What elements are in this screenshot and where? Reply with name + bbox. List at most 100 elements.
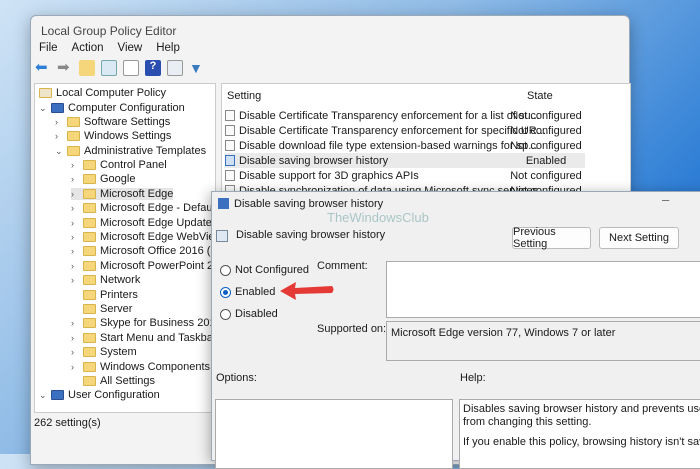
chevron-right-icon[interactable]: › <box>55 131 63 141</box>
menu-help[interactable]: Help <box>156 42 180 54</box>
chevron-down-icon[interactable]: ⌄ <box>39 390 47 401</box>
help-icon[interactable]: ? <box>145 60 161 76</box>
folder-icon <box>83 203 96 214</box>
chevron-right-icon[interactable]: › <box>71 333 79 343</box>
tree-software-settings[interactable]: › Software Settings <box>55 116 170 128</box>
show-hide-tree-icon[interactable] <box>101 60 117 76</box>
chevron-right-icon[interactable]: › <box>71 232 79 242</box>
folder-icon <box>83 188 96 199</box>
radio-enabled[interactable]: Enabled <box>220 286 275 298</box>
tree-item[interactable]: › Microsoft Edge Update <box>71 217 212 229</box>
folder-icon <box>83 246 96 257</box>
properties-icon[interactable] <box>167 60 183 76</box>
chevron-right-icon[interactable]: › <box>55 117 63 127</box>
setting-name: Disable download file type extension-bas… <box>239 139 538 152</box>
supported-on-value: Microsoft Edge version 77, Windows 7 or … <box>391 327 616 339</box>
radio-not-configured[interactable]: Not Configured <box>220 264 309 276</box>
filter-icon[interactable]: ▼ <box>189 60 205 76</box>
setting-state: Not configured <box>510 139 582 152</box>
policy-icon <box>39 88 52 98</box>
chevron-right-icon[interactable]: › <box>71 174 79 184</box>
up-folder-icon[interactable] <box>79 60 95 76</box>
radio-label: Disabled <box>235 308 278 320</box>
policy-setting-icon <box>225 155 235 166</box>
comment-textarea[interactable] <box>386 261 700 318</box>
tree-root[interactable]: Local Computer Policy <box>39 87 166 99</box>
tree-item[interactable]: › Control Panel <box>71 159 167 171</box>
tree-item[interactable]: › Windows Components <box>71 361 210 373</box>
chevron-right-icon[interactable]: › <box>71 189 79 199</box>
chevron-right-icon[interactable]: › <box>71 160 79 170</box>
tree-item[interactable]: › Microsoft Edge WebView <box>71 231 222 243</box>
menu-bar: File Action View Help <box>39 42 180 54</box>
menu-file[interactable]: File <box>39 42 58 54</box>
tree-item[interactable]: › Microsoft Edge <box>71 187 174 200</box>
chevron-down-icon[interactable]: ⌄ <box>39 103 47 114</box>
setting-state: Not configured <box>510 109 582 122</box>
folder-icon <box>67 131 80 141</box>
tree-item[interactable]: Printers <box>71 289 138 301</box>
tree-label: Microsoft Office 2016 (M <box>100 245 220 258</box>
forward-icon[interactable]: ➡ <box>57 60 73 76</box>
tree-item[interactable]: › System <box>71 346 137 358</box>
dialog-heading: Disable saving browser history <box>236 229 386 241</box>
folder-icon <box>83 174 96 185</box>
radio-selected-icon[interactable] <box>220 286 231 298</box>
chevron-right-icon[interactable]: › <box>71 203 79 213</box>
radio-icon[interactable] <box>220 308 231 320</box>
tree-windows-settings[interactable]: › Windows Settings <box>55 130 171 142</box>
back-icon[interactable]: ⬅ <box>35 60 51 76</box>
chevron-right-icon[interactable]: › <box>71 318 79 328</box>
tree-item[interactable]: › Microsoft Edge - Default <box>71 202 218 214</box>
tree-label: Server <box>100 303 133 315</box>
tree-label: Start Menu and Taskbar <box>100 331 217 344</box>
folder-icon <box>83 361 96 372</box>
table-row[interactable]: Disable download file type extension-bas… <box>225 138 585 153</box>
folder-icon <box>83 260 96 271</box>
tree-label: Skype for Business 2016 <box>100 317 222 330</box>
folder-icon <box>83 318 96 329</box>
tree-item[interactable]: › Start Menu and Taskbar <box>71 332 217 344</box>
supported-on-field: Microsoft Edge version 77, Windows 7 or … <box>386 321 700 361</box>
policy-setting-dialog: Disable saving browser history – TheWind… <box>211 191 700 469</box>
policy-setting-icon <box>225 140 235 151</box>
chevron-right-icon[interactable]: › <box>71 218 79 228</box>
tree-label: Printers <box>100 288 138 301</box>
help-pane[interactable]: Disables saving browser history and prev… <box>459 399 700 469</box>
chevron-right-icon[interactable]: › <box>71 261 79 271</box>
chevron-right-icon[interactable]: › <box>71 362 79 372</box>
tree-item[interactable]: › Network <box>71 274 140 286</box>
table-row[interactable]: Disable Certificate Transparency enforce… <box>225 123 585 138</box>
tree-label: System <box>100 346 137 359</box>
next-setting-button[interactable]: Next Setting <box>599 227 679 249</box>
tree-item[interactable]: › Microsoft PowerPoint 2016 <box>71 260 231 272</box>
tree-label: Local Computer Policy <box>56 87 167 99</box>
tree-user-configuration[interactable]: ⌄ User Configuration <box>39 389 160 401</box>
menu-view[interactable]: View <box>118 42 143 54</box>
computer-icon <box>51 103 64 113</box>
tree-item[interactable]: Server <box>71 303 132 315</box>
chevron-down-icon[interactable]: ⌄ <box>55 146 63 157</box>
tree-item[interactable]: › Microsoft Office 2016 (M <box>71 245 220 257</box>
table-row[interactable]: Disable support for 3D graphics APIs Not … <box>225 168 585 183</box>
radio-disabled[interactable]: Disabled <box>220 308 278 320</box>
table-row[interactable]: Disable Certificate Transparency enforce… <box>225 108 585 123</box>
chevron-right-icon[interactable]: › <box>71 275 79 285</box>
column-header-state[interactable]: State <box>527 90 553 102</box>
tree-label: Microsoft Edge WebView <box>100 231 223 243</box>
tree-computer-configuration[interactable]: ⌄ Computer Configuration <box>39 102 185 114</box>
tree-item[interactable]: › Google <box>71 173 135 185</box>
tree-administrative-templates[interactable]: ⌄ Administrative Templates <box>55 145 206 157</box>
tree-item[interactable]: All Settings <box>71 375 155 387</box>
export-list-icon[interactable] <box>123 60 139 76</box>
column-header-setting[interactable]: Setting <box>227 90 261 102</box>
chevron-right-icon[interactable]: › <box>71 347 79 357</box>
radio-icon[interactable] <box>220 264 231 276</box>
menu-action[interactable]: Action <box>72 42 104 54</box>
minimize-icon[interactable]: – <box>662 192 669 207</box>
tree-item[interactable]: › Skype for Business 2016 <box>71 317 222 329</box>
options-pane <box>215 399 453 469</box>
previous-setting-button[interactable]: Previous Setting <box>512 226 591 250</box>
table-row[interactable]: Disable saving browser history Enabled <box>225 153 585 168</box>
chevron-right-icon[interactable]: › <box>71 246 79 256</box>
